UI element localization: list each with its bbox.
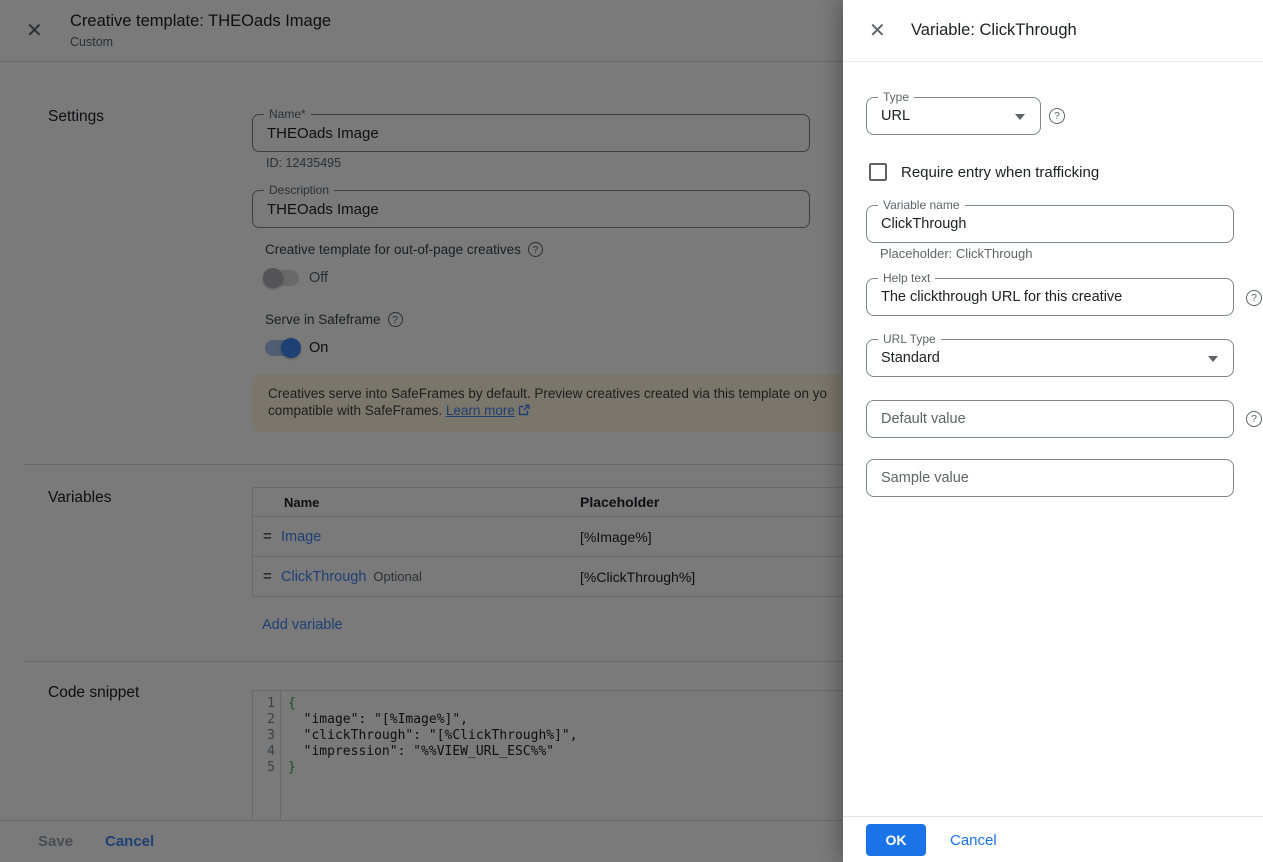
- panel-cancel-button[interactable]: Cancel: [950, 832, 997, 849]
- default-value-input[interactable]: [867, 401, 1233, 437]
- placeholder-helper-text: Placeholder: ClickThrough: [880, 246, 1032, 261]
- variable-name-label: Variable name: [878, 198, 965, 212]
- close-icon[interactable]: ✕: [869, 21, 886, 41]
- variable-panel: ✕ Variable: ClickThrough Type ? Require …: [843, 0, 1263, 862]
- app-window: ✕ Creative template: THEOads Image Custo…: [0, 0, 1263, 862]
- type-label: Type: [878, 90, 914, 104]
- panel-footer: OK Cancel: [843, 816, 1263, 862]
- sample-value-field[interactable]: [866, 459, 1234, 497]
- panel-title: Variable: ClickThrough: [911, 21, 1077, 40]
- url-type-label: URL Type: [878, 332, 941, 346]
- panel-header: ✕ Variable: ClickThrough: [843, 0, 1263, 62]
- help-icon[interactable]: ?: [1049, 108, 1065, 124]
- require-entry-label: Require entry when trafficking: [901, 164, 1099, 181]
- help-icon[interactable]: ?: [1246, 290, 1262, 306]
- url-type-dropdown[interactable]: URL Type: [866, 339, 1234, 377]
- help-icon[interactable]: ?: [1246, 411, 1262, 427]
- help-text-field[interactable]: Help text: [866, 278, 1234, 316]
- default-value-field[interactable]: [866, 400, 1234, 438]
- help-text-label: Help text: [878, 271, 935, 285]
- type-dropdown[interactable]: Type: [866, 97, 1041, 135]
- require-entry-checkbox[interactable]: [869, 163, 887, 181]
- variable-name-field[interactable]: Variable name: [866, 205, 1234, 243]
- sample-value-input[interactable]: [867, 460, 1233, 496]
- ok-button[interactable]: OK: [866, 824, 926, 856]
